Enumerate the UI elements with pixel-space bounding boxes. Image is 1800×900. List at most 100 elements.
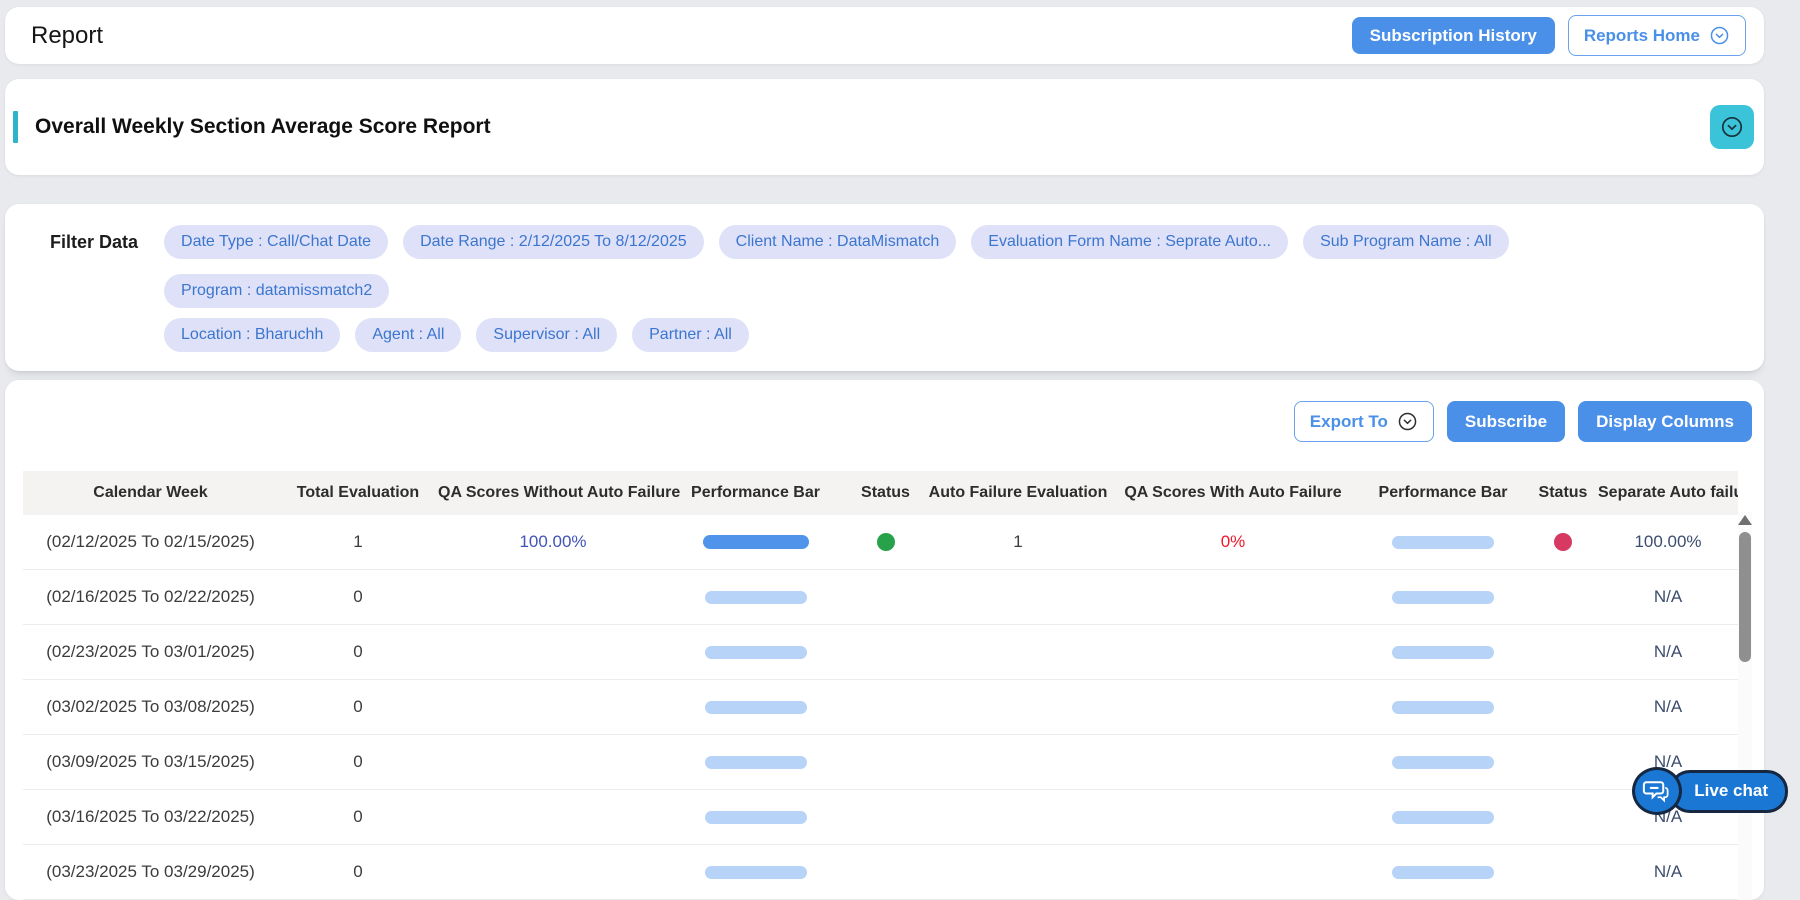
performance-bar <box>1392 645 1494 659</box>
total-evaluation-cell: 0 <box>353 807 363 826</box>
subscribe-label: Subscribe <box>1464 412 1548 431</box>
performance-bar-cell <box>668 810 843 824</box>
table-row: (02/16/2025 To 02/22/2025) 0 N/A <box>23 570 1738 625</box>
table-row: (03/23/2025 To 03/29/2025) 0 N/A <box>23 845 1738 900</box>
total-evaluation-cell: 1 <box>353 532 363 551</box>
performance-bar <box>704 700 807 714</box>
separate-auto-failure-cell: N/A <box>1653 642 1683 661</box>
report-table: Calendar Week Total Evaluation QA Scores W… <box>23 471 1738 900</box>
filter-data-label: Filter Data <box>50 232 139 252</box>
page-header: Report Subscription History Reports Home <box>5 7 1764 64</box>
column-header: Separate Auto failurer <box>1598 484 1738 501</box>
column-header: Calendar Week <box>93 484 208 501</box>
column-header: Total Evaluation <box>296 484 420 501</box>
reports-home-button[interactable]: Reports Home <box>1567 15 1746 56</box>
status-dot <box>876 533 895 551</box>
total-evaluation-cell: 0 <box>353 697 363 716</box>
chevron-down-circle-icon <box>1709 25 1730 46</box>
performance-bar-cell <box>1358 755 1528 769</box>
page-title: Report <box>31 21 104 49</box>
table-body: (02/12/2025 To 02/15/2025) 1 100.00% 1 0… <box>23 515 1738 900</box>
display-columns-label: Display Columns <box>1596 412 1734 431</box>
subscribe-button[interactable]: Subscribe <box>1446 401 1566 442</box>
calendar-week-cell: (03/09/2025 To 03/15/2025) <box>46 752 255 771</box>
display-columns-button[interactable]: Display Columns <box>1578 401 1752 442</box>
separate-auto-failure-cell: N/A <box>1653 697 1683 716</box>
performance-bar-cell <box>1358 700 1528 714</box>
qa-score-with-auto-failure-cell: 0% <box>1220 532 1246 551</box>
separate-auto-failure-cell: N/A <box>1653 862 1683 881</box>
performance-bar <box>702 535 809 549</box>
performance-bar <box>704 645 807 659</box>
performance-bar-cell <box>668 865 843 879</box>
live-chat-label: Live chat <box>1669 769 1788 813</box>
status-cell <box>1528 533 1598 551</box>
calendar-week-cell: (03/23/2025 To 03/29/2025) <box>46 862 255 881</box>
table-row: (03/02/2025 To 03/08/2025) 0 N/A <box>23 680 1738 735</box>
scrollbar-thumb[interactable] <box>1739 532 1751 662</box>
performance-bar-cell <box>668 645 843 659</box>
column-header: Status <box>861 484 910 501</box>
calendar-week-cell: (02/12/2025 To 02/15/2025) <box>46 532 255 551</box>
column-header: Status <box>1538 484 1588 501</box>
total-evaluation-cell: 0 <box>353 642 363 661</box>
table-row: (02/12/2025 To 02/15/2025) 1 100.00% 1 0… <box>23 515 1738 570</box>
performance-bar-cell <box>668 590 843 604</box>
vertical-scrollbar[interactable] <box>1738 512 1752 900</box>
report-section-header: Overall Weekly Section Average Score Rep… <box>5 79 1764 175</box>
live-chat-button[interactable]: Live chat <box>1632 767 1788 815</box>
filter-chips: Date Type : Call/Chat Date Date Range : 2… <box>164 225 1740 352</box>
chat-bubble-icon <box>1632 767 1683 815</box>
report-title: Overall Weekly Section Average Score Rep… <box>35 115 491 138</box>
performance-bar <box>1392 535 1494 549</box>
status-dot <box>1554 533 1572 551</box>
performance-bar-cell <box>668 700 843 714</box>
filter-panel: Filter Data Date Type : Call/Chat Date Da… <box>5 204 1764 371</box>
subscription-history-button[interactable]: Subscription History <box>1351 17 1555 54</box>
filter-chip: Sub Program Name : All <box>1303 225 1509 259</box>
filter-chip: Program : datamissmatch2 <box>164 274 390 308</box>
filter-chip: Supervisor : All <box>476 318 618 352</box>
performance-bar <box>704 865 807 879</box>
performance-bar <box>1392 810 1494 824</box>
table-row: (02/23/2025 To 03/01/2025) 0 N/A <box>23 625 1738 680</box>
calendar-week-cell: (02/16/2025 To 02/22/2025) <box>46 587 255 606</box>
subscription-history-label: Subscription History <box>1369 26 1537 45</box>
collapse-section-button[interactable] <box>1710 105 1754 149</box>
chevron-down-circle-icon <box>1397 411 1418 432</box>
table-row: (03/09/2025 To 03/15/2025) 0 N/A <box>23 735 1738 790</box>
performance-bar-cell <box>1358 865 1528 879</box>
performance-bar <box>1392 590 1494 604</box>
column-header: QA Scores With Auto Failure <box>1124 484 1342 501</box>
filter-chip: Evaluation Form Name : Seprate Auto... <box>971 225 1289 259</box>
total-evaluation-cell: 0 <box>353 862 363 881</box>
table-header-row: Calendar Week Total Evaluation QA Scores W… <box>23 471 1738 515</box>
performance-bar-cell <box>1358 535 1528 549</box>
performance-bar <box>1392 700 1494 714</box>
separate-auto-failure-cell: 100.00% <box>1634 532 1702 551</box>
reports-home-label: Reports Home <box>1583 26 1700 45</box>
performance-bar <box>704 810 807 824</box>
filter-chip: Agent : All <box>355 318 462 352</box>
export-to-button[interactable]: Export To <box>1293 401 1434 442</box>
table-row: (03/16/2025 To 03/22/2025) 0 N/A <box>23 790 1738 845</box>
calendar-week-cell: (03/02/2025 To 03/08/2025) <box>46 697 255 716</box>
performance-bar-cell <box>1358 590 1528 604</box>
filter-chip: Date Range : 2/12/2025 To 8/12/2025 <box>403 225 704 259</box>
calendar-week-cell: (03/16/2025 To 03/22/2025) <box>46 807 255 826</box>
performance-bar-cell <box>1358 645 1528 659</box>
calendar-week-cell: (02/23/2025 To 03/01/2025) <box>46 642 255 661</box>
filter-chip: Location : Bharuchh <box>164 318 341 352</box>
performance-bar-cell <box>1358 810 1528 824</box>
auto-failure-evaluation-cell: 1 <box>1013 532 1023 551</box>
performance-bar <box>1392 755 1494 769</box>
performance-bar <box>704 590 807 604</box>
report-table-panel: Export To Subscribe Display Columns Cale… <box>5 380 1764 900</box>
performance-bar-cell <box>668 755 843 769</box>
qa-score-without-auto-failure-cell: 100.00% <box>519 532 587 551</box>
chevron-down-circle-icon <box>1720 115 1744 139</box>
scroll-up-arrow[interactable] <box>1738 515 1752 525</box>
performance-bar-cell <box>668 535 843 549</box>
filter-chip-row-1: Date Type : Call/Chat Date Date Range : 2… <box>164 225 1740 308</box>
teal-accent-bar <box>13 111 18 143</box>
